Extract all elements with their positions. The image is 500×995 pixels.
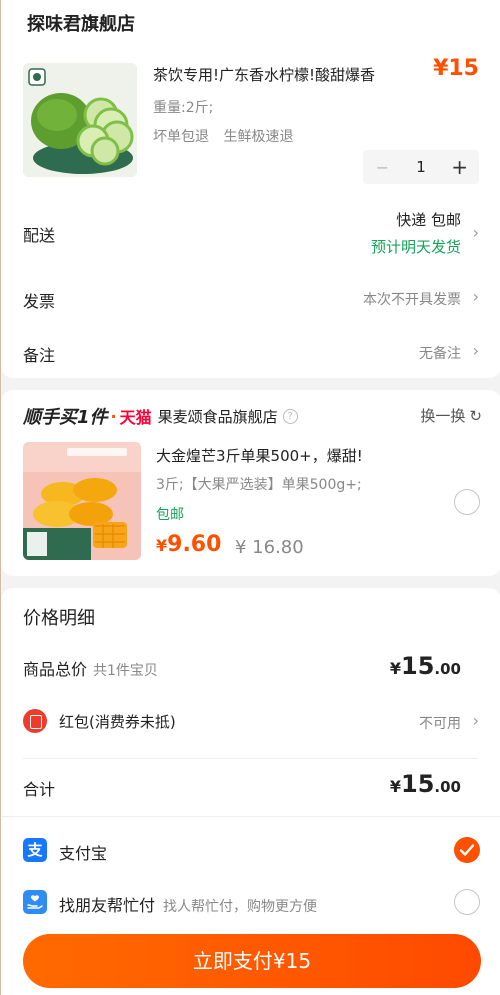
chevron-right-icon[interactable]: › bbox=[473, 223, 479, 242]
amount-int: 15 bbox=[401, 652, 435, 680]
currency-symbol: ¥ bbox=[389, 659, 402, 678]
delivery-estimate: 预计明天发货 bbox=[370, 238, 461, 256]
bundle-dot: · bbox=[110, 406, 117, 426]
checkmark-icon bbox=[459, 844, 475, 856]
swap-button[interactable]: 换一换 ↻ bbox=[420, 405, 482, 426]
bundle-price-value: 9.60 bbox=[167, 532, 222, 557]
help-circle-icon[interactable]: ? bbox=[282, 408, 298, 424]
product-weight: 重量:2斤; bbox=[153, 100, 214, 116]
amount-dec: .00 bbox=[434, 660, 461, 678]
product-title[interactable]: 茶饮专用!广东香水柠檬!酸甜爆香 bbox=[153, 64, 413, 85]
invoice-value: 本次不开具发票 bbox=[363, 292, 461, 308]
pay-now-button[interactable]: 立即支付¥15 bbox=[23, 934, 481, 988]
delivery-label: 配送 bbox=[23, 226, 56, 245]
bundle-shipping: 包邮 bbox=[156, 507, 184, 523]
lemon-product-image[interactable] bbox=[23, 63, 137, 177]
store-card: 探味君旗舰店 茶饮专用!广东香水柠檬!酸甜爆香 ¥15 重量:2斤; 坏单包退 … bbox=[1, 0, 500, 378]
bundle-header: 顺手买1件 · 天猫 果麦颂食品旗舰店 ? bbox=[23, 403, 298, 429]
goods-total-label: 商品总价 共1件宝贝 bbox=[23, 656, 158, 680]
quantity-value[interactable]: 1 bbox=[402, 158, 441, 176]
friend-pay-note: 找人帮忙付，购物更方便 bbox=[163, 899, 318, 915]
remark-label: 备注 bbox=[23, 346, 56, 365]
remark-value: 无备注 bbox=[419, 346, 461, 362]
store-name[interactable]: 探味君旗舰店 bbox=[27, 10, 135, 36]
increase-button[interactable]: + bbox=[440, 155, 479, 179]
goods-total-amount: ¥15.00 bbox=[390, 652, 461, 680]
hongbao-row[interactable]: 红包(消费券未抵) 不可用 › bbox=[1, 706, 500, 740]
quantity-stepper: − 1 + bbox=[363, 150, 479, 184]
friend-pay-select-radio[interactable] bbox=[454, 889, 480, 915]
decrease-button[interactable]: − bbox=[363, 158, 402, 177]
goods-total-row: 商品总价 共1件宝贝 ¥15.00 bbox=[1, 652, 500, 686]
friend-pay-label: 找朋友帮忙付 bbox=[59, 896, 156, 915]
chevron-right-icon: › bbox=[472, 287, 479, 306]
amount-int: 15 bbox=[401, 770, 435, 798]
product-tags: 坏单包退 生鲜极速退 bbox=[153, 126, 303, 146]
lemon-illustration bbox=[23, 63, 137, 177]
remark-row[interactable]: 备注 无备注 › bbox=[1, 334, 500, 374]
total-amount: ¥15.00 bbox=[390, 770, 461, 798]
bundle-product-spec: 3斤;【大果严选装】单果500g+; bbox=[156, 477, 362, 493]
tag-bad-refund: 坏单包退 bbox=[153, 129, 209, 145]
goods-total-text: 商品总价 bbox=[23, 660, 88, 679]
amount-dec: .00 bbox=[434, 778, 461, 796]
alipay-label[interactable]: 支付宝 bbox=[59, 840, 107, 864]
currency-symbol: ¥ bbox=[389, 777, 402, 796]
mango-product-image[interactable] bbox=[23, 442, 141, 560]
bundle-store-name[interactable]: 果麦颂食品旗舰店 bbox=[158, 406, 278, 427]
invoice-label: 发票 bbox=[23, 292, 56, 311]
divider bbox=[23, 758, 478, 759]
goods-count: 共1件宝贝 bbox=[93, 663, 158, 679]
alipay-select-radio[interactable] bbox=[454, 837, 480, 863]
friend-pay-icon bbox=[23, 890, 47, 914]
bundle-brand: 顺手买1件 bbox=[23, 407, 108, 428]
refresh-icon: ↻ bbox=[469, 407, 482, 425]
chevron-right-icon: › bbox=[472, 341, 479, 360]
bundle-price: ¥9.60 bbox=[156, 532, 221, 557]
invoice-row[interactable]: 发票 本次不开具发票 › bbox=[1, 280, 500, 320]
swap-label: 换一换 bbox=[420, 407, 466, 425]
mango-illustration bbox=[23, 442, 141, 560]
chevron-right-icon: › bbox=[472, 711, 479, 730]
product-price: ¥15 bbox=[433, 56, 479, 81]
total-label: 合计 bbox=[23, 780, 56, 799]
price-detail-title: 价格明细 bbox=[23, 608, 95, 629]
bundle-price-currency: ¥ bbox=[156, 536, 168, 555]
tag-fast-refund: 生鲜极速退 bbox=[223, 129, 294, 145]
alipay-icon: 支 bbox=[23, 838, 47, 862]
bundle-select-radio[interactable] bbox=[454, 489, 480, 515]
hongbao-label: 红包(消费券未抵) bbox=[59, 713, 176, 731]
friend-pay-row[interactable]: 找朋友帮忙付 找人帮忙付，购物更方便 bbox=[59, 892, 317, 916]
bundle-original-price: ¥ 16.80 bbox=[235, 537, 304, 558]
hongbao-value: 不可用 bbox=[419, 716, 461, 732]
delivery-method: 快递 包邮 bbox=[396, 211, 461, 229]
tmall-logo: 天猫 bbox=[119, 408, 152, 427]
total-row: 合计 ¥15.00 bbox=[1, 770, 500, 806]
hand-heart-icon bbox=[27, 895, 43, 909]
bundle-product-title[interactable]: 大金煌芒3斤单果500+，爆甜! bbox=[156, 445, 363, 466]
